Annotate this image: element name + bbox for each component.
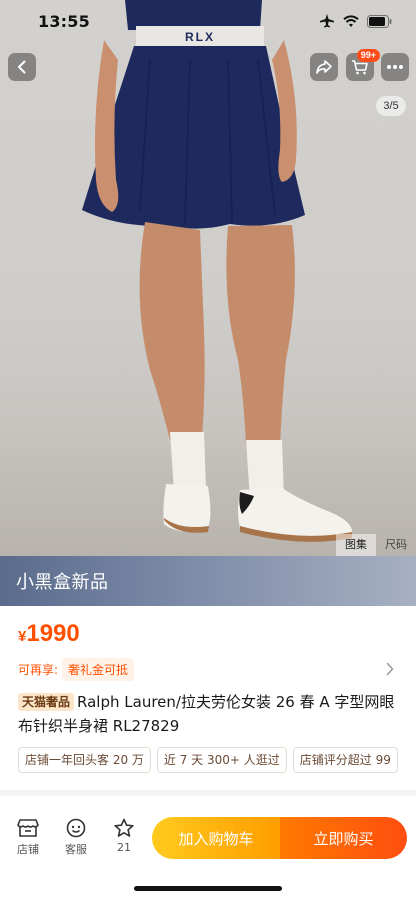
store-tag-returning: 店铺一年回头客 20 万 [18,747,151,773]
product-title: 天猫奢品 Ralph Lauren/拉夫劳伦女装 26 春 A 字型网眼布针织半身… [18,690,408,738]
store-tags: 店铺一年回头客 20 万 近 7 天 300+ 人逛过 店铺评分超过 99 [18,747,416,773]
status-time: 13:55 [38,12,90,31]
home-indicator [134,886,282,891]
purchase-buttons: 加入购物车 立即购买 [152,817,407,859]
model-illustration: RLX [82,0,353,542]
wifi-icon [343,14,359,27]
right-leg [226,225,295,446]
more-button[interactable] [381,53,409,81]
buy-now-button[interactable]: 立即购买 [280,817,407,859]
banner-title: 小黑盒新品 [16,572,109,593]
right-sneaker [238,488,353,537]
star-icon [114,818,134,837]
store-tag-rating: 店铺评分超过 99 [292,747,398,773]
promo-banner[interactable]: 小黑盒新品 [0,556,416,606]
airplane-icon [320,14,334,28]
status-icons [319,14,392,28]
gallery-link[interactable]: 图集 [336,534,376,556]
cart-badge: 99+ [356,49,380,62]
left-leg [139,222,205,440]
cart-button[interactable]: 99+ [346,49,380,81]
share-icon [316,60,332,74]
store-icon [17,819,39,837]
rebuy-row[interactable]: 可再享: 奢礼金可抵 [18,657,135,681]
rebuy-label: 可再享: [18,662,59,677]
battery-icon [367,14,392,28]
store-tag: 天猫奢品 [18,693,75,711]
favorite-count: 21 [117,841,131,854]
size-link[interactable]: 尺码 [376,534,416,556]
add-to-cart-button[interactable]: 加入购物车 [152,817,280,859]
status-bar: 13:55 [0,0,416,44]
store-tab[interactable]: 店铺 [8,818,48,857]
share-button[interactable] [310,53,338,81]
service-label: 客服 [65,843,87,856]
image-counter: 3/5 [376,96,406,116]
favorite-tab[interactable]: 21 [104,818,144,854]
bottom-bar: 店铺 客服 21 加入购物车 立即购买 [0,806,416,866]
product-image[interactable]: RLX [0,0,416,556]
store-tag-visits: 近 7 天 300+ 人逛过 [156,747,287,773]
section-divider [0,790,416,796]
service-tab[interactable]: 客服 [56,818,96,857]
left-sock [170,432,206,492]
more-icon [387,65,403,69]
service-icon [66,818,86,838]
image-links: 图集 尺码 [336,534,416,556]
store-label: 店铺 [17,843,39,856]
back-button[interactable] [8,53,36,81]
chevron-right-icon[interactable] [386,662,394,676]
chevron-left-icon [18,60,26,74]
price-value: 1990 [26,620,80,647]
rebuy-tag: 奢礼金可抵 [62,657,135,681]
price: ¥1990 [18,620,80,648]
product-title-text: Ralph Lauren/拉夫劳伦女装 26 春 A 字型网眼布针织半身裙 RL… [18,693,395,735]
